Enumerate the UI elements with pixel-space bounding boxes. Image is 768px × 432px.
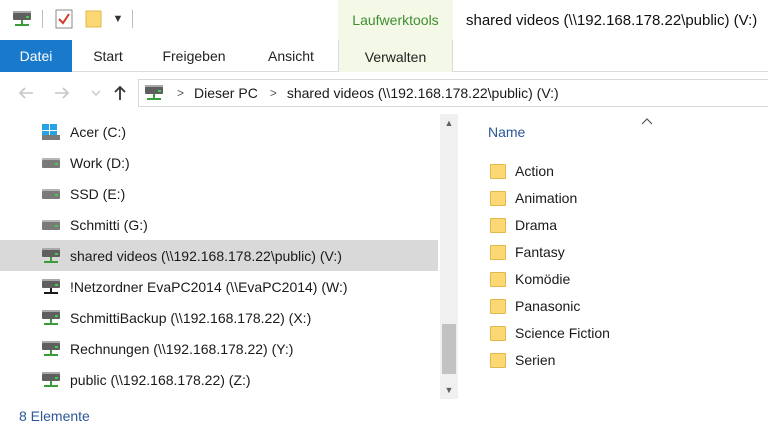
folder-label: Animation xyxy=(515,189,578,206)
folder-label: Serien xyxy=(515,351,556,368)
folder-icon xyxy=(488,352,508,368)
navigation-pane-scrollbar[interactable]: ▲ ▼ xyxy=(440,114,458,399)
folder-icon xyxy=(488,298,508,314)
tab-manage[interactable]: Verwalten xyxy=(338,40,453,73)
folder-icon xyxy=(488,190,508,206)
drive-icon xyxy=(42,216,62,234)
up-arrow-icon[interactable] xyxy=(108,82,132,104)
network-drive-icon xyxy=(42,309,62,327)
forward-arrow-icon[interactable] xyxy=(50,82,74,104)
recent-locations-chevron-icon[interactable] xyxy=(84,82,108,104)
nav-item-label: Rechnungen (\\192.168.178.22) (Y:) xyxy=(70,340,294,357)
folder-item[interactable]: Serien xyxy=(488,346,728,373)
folder-item[interactable]: Action xyxy=(488,157,728,184)
breadcrumb-current-drive[interactable]: shared videos (\\192.168.178.22\public) … xyxy=(287,85,559,101)
tab-share[interactable]: Freigeben xyxy=(144,40,244,72)
folder-icon xyxy=(488,271,508,287)
scroll-up-arrow-icon[interactable]: ▲ xyxy=(440,114,458,132)
column-header-name[interactable]: Name xyxy=(488,124,525,140)
folder-icon xyxy=(488,325,508,341)
nav-item-label: public (\\192.168.178.22) (Z:) xyxy=(70,371,251,388)
nav-item-label: Schmitti (G:) xyxy=(70,216,148,233)
folder-label: Panasonic xyxy=(515,297,581,314)
scroll-down-arrow-icon[interactable]: ▼ xyxy=(440,381,458,399)
folder-item[interactable]: Fantasy xyxy=(488,238,728,265)
nav-item-drive-w[interactable]: !Netzordner EvaPC2014 (\\EvaPC2014) (W:) xyxy=(0,271,438,302)
folder-icon xyxy=(488,217,508,233)
new-folder-icon[interactable] xyxy=(84,8,104,30)
title-bar: ▼ Laufwerktools shared videos (\\192.168… xyxy=(0,0,768,40)
file-list-pane: Name Action Animation Drama Fantasy Komö… xyxy=(460,114,768,399)
drive-icon xyxy=(42,185,62,203)
folder-item[interactable]: Science Fiction xyxy=(488,319,728,346)
nav-item-drive-x[interactable]: SchmittiBackup (\\192.168.178.22) (X:) xyxy=(0,302,438,333)
nav-item-drive-g[interactable]: Schmitti (G:) xyxy=(0,209,438,240)
status-bar: 8 Elemente xyxy=(0,400,768,432)
item-count: 8 Elemente xyxy=(19,408,90,424)
chevron-right-icon[interactable]: > xyxy=(177,86,184,100)
network-drive-icon xyxy=(42,247,62,265)
address-bar[interactable]: > Dieser PC > shared videos (\\192.168.1… xyxy=(138,79,768,107)
folder-item[interactable]: Komödie xyxy=(488,265,728,292)
network-drive-icon xyxy=(42,340,62,358)
nav-item-label: SSD (E:) xyxy=(70,185,126,202)
nav-item-label: Acer (C:) xyxy=(70,123,126,140)
folder-item[interactable]: Panasonic xyxy=(488,292,728,319)
ribbon-tabs: Datei Start Freigeben Ansicht Verwalten xyxy=(0,40,768,73)
scrollbar-thumb[interactable] xyxy=(442,324,456,374)
nav-item-drive-d[interactable]: Work (D:) xyxy=(0,147,438,178)
nav-item-drive-z[interactable]: public (\\192.168.178.22) (Z:) xyxy=(0,364,438,395)
windows-drive-icon xyxy=(42,123,62,141)
properties-icon[interactable] xyxy=(54,8,74,30)
nav-item-label: SchmittiBackup (\\192.168.178.22) (X:) xyxy=(70,309,312,326)
nav-item-drive-e[interactable]: SSD (E:) xyxy=(0,178,438,209)
breadcrumb-this-pc[interactable]: Dieser PC xyxy=(194,85,258,101)
nav-item-drive-y[interactable]: Rechnungen (\\192.168.178.22) (Y:) xyxy=(0,333,438,364)
tab-view[interactable]: Ansicht xyxy=(244,40,338,72)
nav-item-label: Work (D:) xyxy=(70,154,130,171)
folder-item[interactable]: Animation xyxy=(488,184,728,211)
nav-item-label: shared videos (\\192.168.178.22\public) … xyxy=(70,247,342,264)
folder-label: Science Fiction xyxy=(515,324,610,341)
network-drive-icon xyxy=(42,371,62,389)
folder-label: Drama xyxy=(515,216,558,233)
drive-icon xyxy=(42,154,62,172)
tab-start[interactable]: Start xyxy=(72,40,144,72)
folder-icon xyxy=(488,163,508,179)
tab-file[interactable]: Datei xyxy=(0,40,72,72)
nav-item-label: !Netzordner EvaPC2014 (\\EvaPC2014) (W:) xyxy=(70,278,348,295)
network-drive-icon[interactable] xyxy=(12,8,32,30)
nav-item-drive-c[interactable]: Acer (C:) xyxy=(0,116,438,147)
folder-label: Action xyxy=(515,162,554,179)
folder-icon xyxy=(488,244,508,260)
contextual-tab-group-label: Laufwerktools xyxy=(338,0,453,40)
customize-toolbar-icon[interactable]: ▼ xyxy=(108,8,128,30)
folder-label: Fantasy xyxy=(515,243,565,260)
navigation-bar: > Dieser PC > shared videos (\\192.168.1… xyxy=(0,72,768,114)
network-drive-icon xyxy=(145,83,165,103)
sort-ascending-icon xyxy=(641,114,653,128)
nav-item-drive-v[interactable]: shared videos (\\192.168.178.22\public) … xyxy=(0,240,438,271)
window-title: shared videos (\\192.168.178.22\public) … xyxy=(466,11,758,29)
navigation-pane: Acer (C:) Work (D:) SSD (E:) Schmitti (G… xyxy=(0,114,440,399)
folder-item[interactable]: Drama xyxy=(488,211,728,238)
network-drive-disconnected-icon xyxy=(42,278,62,296)
folder-label: Komödie xyxy=(515,270,571,287)
chevron-right-icon[interactable]: > xyxy=(270,86,277,100)
toolbar-separator xyxy=(42,10,43,28)
back-arrow-icon[interactable] xyxy=(14,82,38,104)
toolbar-separator xyxy=(132,10,133,28)
